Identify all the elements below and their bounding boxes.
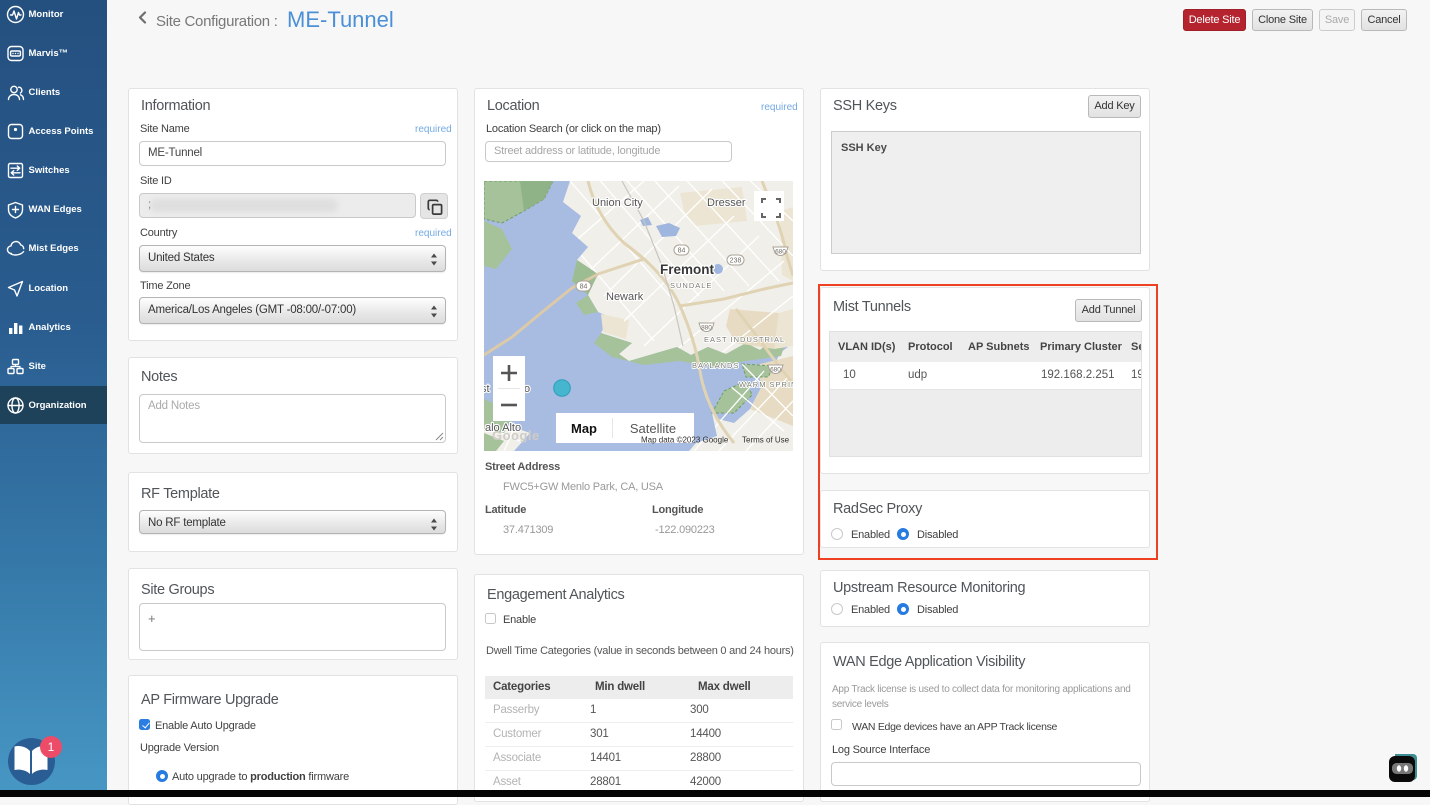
svg-text:Map data ©2023 Google: Map data ©2023 Google [641, 436, 729, 445]
svg-text:WARM SPRIN: WARM SPRIN [739, 380, 793, 389]
svg-text:st: st [484, 383, 490, 395]
svg-text:Newark: Newark [606, 291, 644, 303]
svg-text:880: 880 [701, 325, 712, 332]
svg-text:Fremont: Fremont [660, 262, 715, 277]
svg-text:Satellite: Satellite [630, 421, 676, 436]
svg-text:84: 84 [678, 248, 686, 255]
svg-text:238: 238 [730, 258, 742, 265]
svg-text:BAYLANDS: BAYLANDS [692, 361, 739, 370]
svg-text:84: 84 [580, 284, 588, 291]
svg-text:Union City: Union City [592, 197, 643, 209]
svg-text:Terms of Use: Terms of Use [742, 436, 790, 445]
svg-text:Map: Map [571, 421, 597, 436]
svg-text:Google: Google [492, 428, 540, 443]
svg-text:EAST INDUSTRIAL: EAST INDUSTRIAL [704, 335, 785, 344]
svg-text:SUNDALE: SUNDALE [670, 281, 712, 290]
svg-text:680: 680 [775, 249, 786, 256]
svg-text:680: 680 [770, 367, 781, 374]
svg-text:Dresser: Dresser [707, 197, 746, 209]
